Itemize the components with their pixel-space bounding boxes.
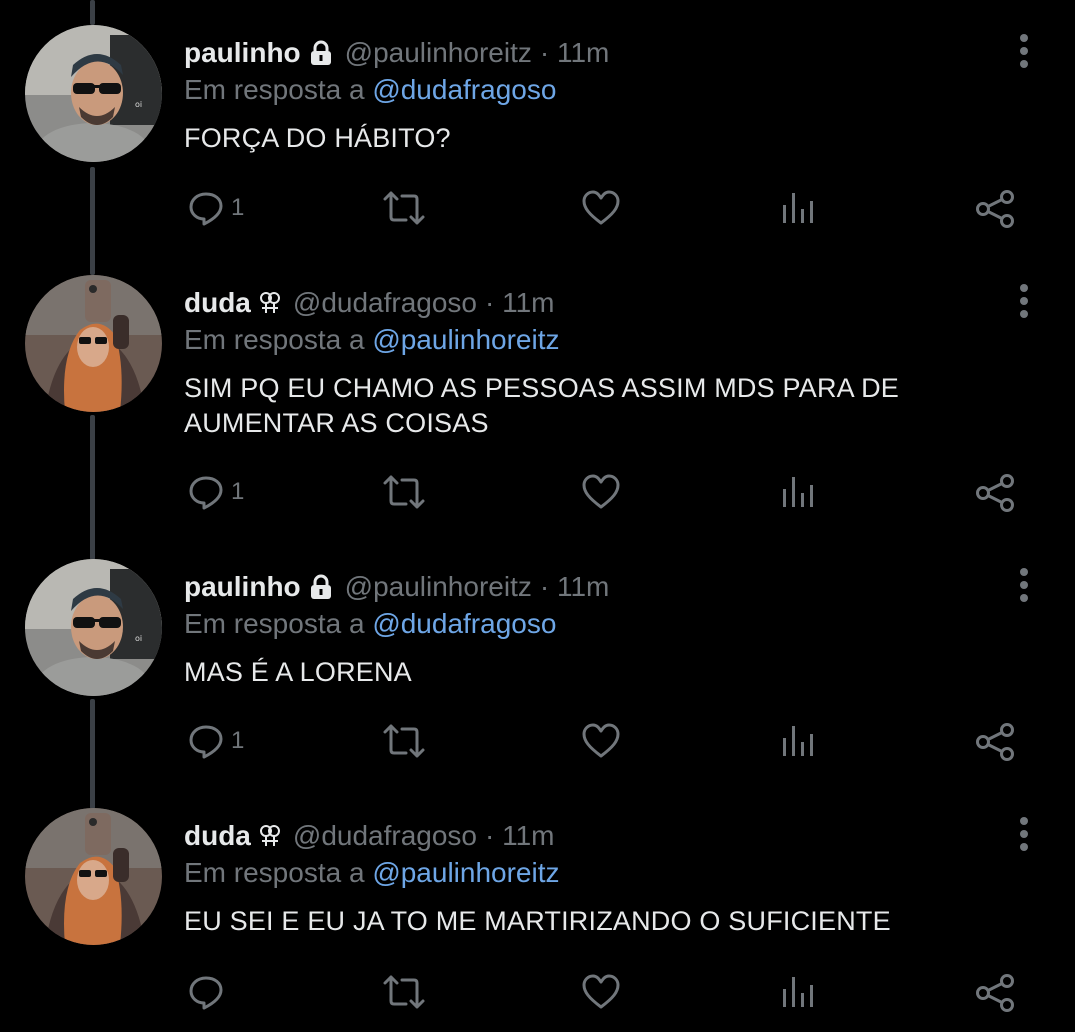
reply-count: 1: [231, 478, 245, 505]
views-icon: [783, 977, 813, 1007]
mention-link[interactable]: @paulinhoreitz: [372, 324, 559, 355]
heart-icon: [582, 723, 620, 758]
timestamp[interactable]: · 11m: [540, 571, 610, 603]
like-button[interactable]: [581, 473, 621, 511]
user-handle[interactable]: @paulinhoreitz: [345, 571, 532, 603]
share-button[interactable]: [974, 473, 1016, 513]
user-handle[interactable]: @paulinhoreitz: [345, 37, 532, 69]
retweet-icon: [383, 975, 425, 1009]
views-icon: [783, 193, 813, 223]
views-button[interactable]: [780, 189, 816, 227]
retweet-icon: [383, 191, 425, 225]
views-button[interactable]: [780, 973, 816, 1011]
retweet-button[interactable]: [382, 722, 426, 760]
user-handle[interactable]: @dudafragoso: [293, 820, 477, 852]
like-button[interactable]: [581, 722, 621, 760]
reply-prefix: Em resposta a: [184, 857, 365, 888]
reply-context: Em resposta a @dudafragoso: [184, 71, 1015, 109]
reply-button[interactable]: 1: [187, 722, 244, 760]
display-name[interactable]: duda: [184, 820, 251, 852]
heart-icon: [582, 474, 620, 509]
retweet-icon: [383, 724, 425, 758]
avatar-man-sunglasses: oi: [25, 559, 162, 696]
avatar-woman-mirror-selfie: [25, 275, 162, 412]
retweet-button[interactable]: [382, 189, 426, 227]
reply-icon: [189, 976, 223, 1010]
reply-prefix: Em resposta a: [184, 324, 365, 355]
share-icon: [976, 474, 1014, 512]
reply-prefix: Em resposta a: [184, 74, 365, 105]
more-vertical-icon[interactable]: [1017, 568, 1031, 604]
lock-icon: [307, 573, 335, 601]
views-button[interactable]: [780, 473, 816, 511]
views-icon: [783, 477, 813, 507]
more-vertical-icon[interactable]: [1017, 34, 1031, 70]
share-button[interactable]: [974, 973, 1016, 1013]
reply-button[interactable]: 1: [187, 473, 244, 511]
tweet-text: EU SEI E EU JA TO ME MARTIRIZANDO O SUFI…: [184, 906, 891, 936]
mention-link[interactable]: @dudafragoso: [372, 74, 556, 105]
lock-icon: [307, 39, 335, 67]
share-button[interactable]: [974, 189, 1016, 229]
tweet-text: SIM PQ EU CHAMO AS PESSOAS ASSIM MDS PAR…: [184, 373, 899, 438]
share-icon: [976, 190, 1014, 228]
tweet[interactable]: duda @dudafragoso · 11m Em resposta a @p…: [0, 783, 1075, 1032]
display-name[interactable]: paulinho: [184, 571, 301, 603]
display-name[interactable]: duda: [184, 287, 251, 319]
views-icon: [783, 726, 813, 756]
avatar-woman-mirror-selfie: [25, 808, 162, 945]
timestamp[interactable]: · 11m: [485, 820, 555, 852]
venus-symbol-icon: [257, 822, 283, 850]
reply-icon: [189, 725, 223, 759]
views-button[interactable]: [780, 722, 816, 760]
reply-count: 1: [231, 727, 245, 754]
reply-count: 1: [231, 194, 245, 221]
svg-text:oi: oi: [135, 100, 142, 109]
share-icon: [976, 974, 1014, 1012]
retweet-button[interactable]: [382, 473, 426, 511]
more-vertical-icon[interactable]: [1017, 817, 1031, 853]
tweet-text: FORÇA DO HÁBITO?: [184, 123, 451, 153]
reply-prefix: Em resposta a: [184, 608, 365, 639]
share-icon: [976, 723, 1014, 761]
reply-button[interactable]: [187, 973, 231, 1011]
like-button[interactable]: [581, 973, 621, 1011]
tweet[interactable]: oi paulinho @paulinhoreitz · 11m Em resp…: [0, 534, 1075, 796]
heart-icon: [582, 190, 620, 225]
reply-button[interactable]: 1: [187, 189, 244, 227]
user-handle[interactable]: @dudafragoso: [293, 287, 477, 319]
tweet[interactable]: oi paulinho @paulinhoreitz · 11m Em resp…: [0, 0, 1075, 262]
share-button[interactable]: [974, 722, 1016, 762]
avatar-man-sunglasses: oi: [25, 25, 162, 162]
mention-link[interactable]: @paulinhoreitz: [372, 857, 559, 888]
like-button[interactable]: [581, 189, 621, 227]
display-name[interactable]: paulinho: [184, 37, 301, 69]
avatar[interactable]: oi: [25, 25, 162, 162]
heart-icon: [582, 974, 620, 1009]
avatar[interactable]: oi: [25, 559, 162, 696]
tweet-text: MAS É A LORENA: [184, 657, 412, 687]
more-vertical-icon[interactable]: [1017, 284, 1031, 320]
reply-context: Em resposta a @paulinhoreitz: [184, 854, 1015, 892]
reply-context: Em resposta a @dudafragoso: [184, 605, 1015, 643]
reply-context: Em resposta a @paulinhoreitz: [184, 321, 1015, 359]
retweet-icon: [383, 475, 425, 509]
timestamp[interactable]: · 11m: [485, 287, 555, 319]
timestamp[interactable]: · 11m: [540, 37, 610, 69]
tweet[interactable]: duda @dudafragoso · 11m Em resposta a @p…: [0, 250, 1075, 550]
avatar[interactable]: [25, 275, 162, 412]
mention-link[interactable]: @dudafragoso: [372, 608, 556, 639]
svg-text:oi: oi: [135, 634, 142, 643]
retweet-button[interactable]: [382, 973, 426, 1011]
reply-icon: [189, 192, 223, 226]
avatar[interactable]: [25, 808, 162, 945]
venus-symbol-icon: [257, 289, 283, 317]
reply-icon: [189, 476, 223, 510]
